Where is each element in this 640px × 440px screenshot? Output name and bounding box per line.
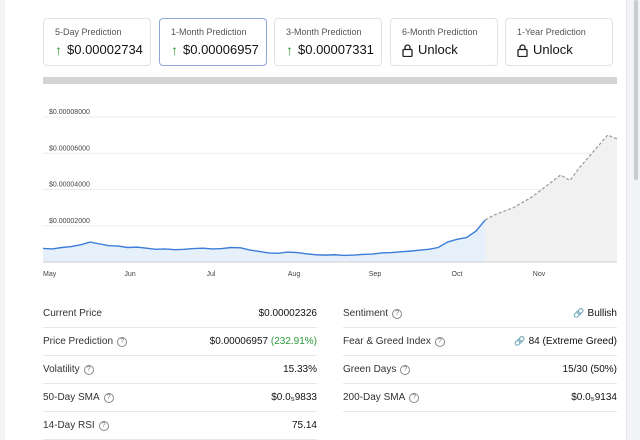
card-value: Unlock: [418, 42, 458, 57]
x-tick-label: Aug: [288, 271, 301, 278]
x-tick-label: May: [43, 271, 57, 278]
y-tick-label: $0.00002000: [49, 218, 90, 225]
x-tick-label: Oct: [452, 271, 463, 278]
stat-label: 50-Day SMA: [43, 392, 100, 403]
stat-value: 75.14: [291, 420, 317, 431]
card-value: $0.00002734: [67, 42, 143, 57]
stat-value: $0.00002326: [258, 308, 317, 319]
stat-value: 84 (Extreme Greed): [528, 336, 617, 347]
card-3-month[interactable]: 3-Month Prediction ↑ $0.00007331: [274, 18, 382, 66]
stat-label: Price Prediction: [43, 336, 114, 347]
link-icon: 🔗: [514, 336, 526, 346]
card-value: $0.00006957: [183, 42, 259, 57]
help-icon[interactable]: ?: [83, 364, 94, 375]
stat-volatility: Volatility? 15.33%: [43, 356, 317, 384]
help-icon[interactable]: ?: [434, 336, 445, 347]
chart-range-scrollbar[interactable]: [43, 77, 617, 84]
stat-value: 15.33%: [283, 364, 317, 375]
card-title: 6-Month Prediction: [402, 27, 478, 37]
lock-icon: [517, 43, 528, 57]
card-5-day[interactable]: 5-Day Prediction ↑ $0.00002734: [43, 18, 151, 66]
stat-label: Volatility: [43, 364, 80, 375]
stat-label: Green Days: [343, 364, 397, 375]
forecast-area: [485, 135, 617, 262]
page-scrollbar-thumb[interactable]: [634, 0, 638, 180]
card-6-month[interactable]: 6-Month Prediction Unlock: [390, 18, 498, 66]
stat-value: $0.0₅9833: [271, 392, 317, 403]
help-icon[interactable]: ?: [103, 392, 114, 403]
stat-fear-greed: Fear & Greed Index? 🔗 84 (Extreme Greed): [343, 328, 617, 356]
stat-50-day-sma: 50-Day SMA? $0.0₅9833: [43, 384, 317, 412]
arrow-up-icon: ↑: [55, 42, 62, 58]
x-tick-label: Jul: [207, 271, 216, 278]
card-title: 1-Year Prediction: [517, 27, 586, 37]
help-icon[interactable]: ?: [400, 364, 411, 375]
link-icon: 🔗: [573, 308, 585, 318]
history-area: [43, 219, 486, 262]
stat-label: Sentiment: [343, 308, 389, 319]
stat-current-price: Current Price $0.00002326: [43, 300, 317, 328]
stat-value: $0.0₅9134: [571, 392, 617, 403]
help-icon[interactable]: ?: [392, 308, 403, 319]
stat-value: $0.00006957: [209, 336, 269, 347]
card-value: Unlock: [533, 42, 573, 57]
stat-value: 15/30 (50%): [562, 364, 617, 375]
stat-label: Current Price: [43, 308, 102, 319]
stat-value: Bullish: [587, 308, 617, 319]
card-1-year[interactable]: 1-Year Prediction Unlock: [505, 18, 613, 66]
stat-price-prediction: Price Prediction? $0.00006957 (232.91%): [43, 328, 317, 356]
y-tick-label: $0.00008000: [49, 109, 90, 116]
card-1-month[interactable]: 1-Month Prediction ↑ $0.00006957: [159, 18, 267, 66]
stat-value-change: (232.91%): [270, 336, 317, 347]
card-title: 3-Month Prediction: [286, 27, 362, 37]
help-icon[interactable]: ?: [409, 392, 420, 403]
card-value: $0.00007331: [298, 42, 374, 57]
x-tick-label: Jun: [124, 271, 135, 278]
arrow-up-icon: ↑: [171, 42, 178, 58]
card-title: 1-Month Prediction: [171, 27, 247, 37]
lock-icon: [402, 43, 413, 57]
arrow-up-icon: ↑: [286, 42, 293, 58]
x-tick-label: Nov: [533, 271, 546, 278]
stat-label: Fear & Greed Index: [343, 336, 431, 347]
stat-green-days: Green Days? 15/30 (50%): [343, 356, 617, 384]
stat-200-day-sma: 200-Day SMA? $0.0₅9134: [343, 384, 617, 412]
y-tick-label: $0.00004000: [49, 182, 90, 189]
y-tick-label: $0.00006000: [49, 145, 90, 152]
stat-label: 200-Day SMA: [343, 392, 406, 403]
x-tick-label: Sep: [369, 271, 382, 278]
card-title: 5-Day Prediction: [55, 27, 122, 37]
stat-label: 14-Day RSI: [43, 420, 95, 431]
help-icon[interactable]: ?: [98, 420, 109, 431]
help-icon[interactable]: ?: [117, 336, 128, 347]
stat-sentiment: Sentiment? 🔗 Bullish: [343, 300, 617, 328]
stat-14-day-rsi: 14-Day RSI? 75.14: [43, 412, 317, 440]
price-chart: $0.00$0.00002000$0.00004000$0.00006000$0…: [42, 109, 618, 278]
